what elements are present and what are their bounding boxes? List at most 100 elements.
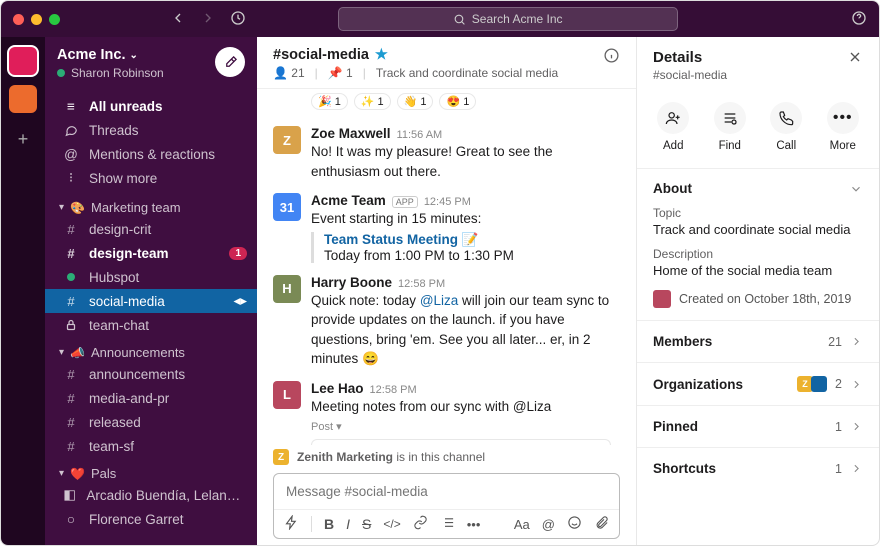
workspace-switcher-acme[interactable] [9,47,37,75]
details-add[interactable]: Add [657,102,689,152]
chevron-right-icon [850,420,863,433]
channel-team-chat[interactable]: team-chat [45,313,257,337]
channel-design-crit[interactable]: #design-crit [45,217,257,241]
app-hubspot[interactable]: Hubspot [45,265,257,289]
channel-team-sf[interactable]: #team-sf [45,434,257,458]
members-row[interactable]: Members21 [637,320,879,362]
channel-social-media[interactable]: #social-media◂▸ [45,289,257,313]
unread-badge: 1 [229,247,247,260]
history-forward[interactable] [200,10,216,29]
reaction[interactable]: 👋1 [397,93,434,110]
pinned-row[interactable]: Pinned1 [637,405,879,447]
details-find[interactable]: Find [714,102,746,152]
dm-florence[interactable]: ○Florence Garret [45,507,257,531]
more-formatting[interactable]: ••• [467,517,481,532]
nav-all-unreads[interactable]: ≡All unreads [45,94,257,118]
channel-released[interactable]: #released [45,410,257,434]
nav-threads[interactable]: Threads [45,118,257,142]
list-button[interactable] [440,515,455,533]
avatar[interactable]: L [273,381,301,409]
chevron-right-icon [850,462,863,475]
zoom-window[interactable] [49,14,60,25]
message-author[interactable]: Acme Team [311,193,386,208]
section-marketing-header[interactable]: ▾🎨Marketing team [45,192,257,217]
text-format-button[interactable]: Aa [514,517,530,532]
message-time: 11:56 AM [397,129,443,141]
workspace-switcher-other[interactable] [9,85,37,113]
compose-button[interactable] [215,47,245,77]
created-info: Created on October 18th, 2019 [653,290,863,308]
avatar[interactable]: Z [273,126,301,154]
search-placeholder: Search Acme Inc [472,12,563,26]
user-presence: Sharon Robinson [57,66,164,80]
sidebar: Acme Inc.⌄ Sharon Robinson ≡All unreads … [45,37,257,545]
close-window[interactable] [13,14,24,25]
flash-icon[interactable] [284,515,299,533]
mention[interactable]: @Liza [420,293,458,308]
message-author[interactable]: Zoe Maxwell [311,126,391,141]
channel-design-team[interactable]: #design-team1 [45,241,257,265]
composer-input[interactable] [274,474,619,509]
channel-info-icon[interactable] [603,47,620,67]
help-icon[interactable] [851,10,867,29]
shortcuts-row[interactable]: Shortcuts1 [637,447,879,489]
minimize-window[interactable] [31,14,42,25]
message-author[interactable]: Harry Boone [311,275,392,290]
emoji-button[interactable] [567,515,582,533]
section-pals-header[interactable]: ▾❤️Pals [45,458,257,483]
code-button[interactable]: </> [383,517,400,531]
workspace-rail: + [1,37,45,545]
reaction[interactable]: 😍1 [439,93,476,110]
details-call[interactable]: Call [770,102,802,152]
mention-button[interactable]: @ [542,517,555,532]
channel-topic[interactable]: Track and coordinate social media [376,66,558,80]
message-author[interactable]: Lee Hao [311,381,364,396]
dm-arcadio-leland[interactable]: ◧Arcadio Buendía, Leland Ygle... [45,483,257,507]
strike-button[interactable]: S [362,516,371,532]
event-title[interactable]: Team Status Meeting 📝 [324,232,620,248]
avatar[interactable]: H [273,275,301,303]
member-count[interactable]: 👤 21 [273,66,305,80]
history-icon[interactable] [230,10,246,29]
section-announcements-header[interactable]: ▾📣Announcements [45,337,257,362]
message-text: Event starting in 15 minutes: [311,209,620,229]
star-icon[interactable]: ★ [375,47,388,63]
add-workspace[interactable]: + [18,129,29,150]
search-icon [453,13,466,26]
workspace-name[interactable]: Acme Inc.⌄ [57,47,164,63]
reactions-row: 🎉1 ✨1 👋1 😍1 [311,93,620,110]
chevron-down-icon [849,182,863,196]
pin-count[interactable]: 📌 1 [328,66,353,80]
details-more[interactable]: •••More [827,102,859,152]
nav-mentions[interactable]: @Mentions & reactions [45,142,257,166]
message-time: 12:58 PM [398,278,445,290]
post-menu[interactable]: Post ▾ [311,420,620,433]
reaction[interactable]: ✨1 [354,93,391,110]
link-button[interactable] [413,515,428,533]
italic-button[interactable]: I [346,516,350,532]
chevron-right-icon [850,335,863,348]
search-input[interactable]: Search Acme Inc [338,7,678,31]
org-badge: Z [273,449,289,465]
history-back[interactable] [170,10,186,29]
channel-announcements[interactable]: #announcements [45,362,257,386]
organizations-row[interactable]: OrganizationsZ2 [637,362,879,405]
calendar-icon[interactable]: 31 [273,193,301,221]
message-lee: L Lee Hao12:58 PM Meeting notes from our… [273,375,620,445]
message-zoe: Z Zoe Maxwell11:56 AM No! It was my plea… [273,120,620,187]
close-details[interactable] [847,49,863,68]
details-panel: Details #social-media Add Find Call •••M… [637,37,879,545]
creator-avatar[interactable] [653,290,671,308]
titlebar: Search Acme Inc [1,1,879,37]
channel-media-and-pr[interactable]: #media-and-pr [45,386,257,410]
details-channel: #social-media [653,68,727,82]
channel-title[interactable]: #social-media★ [273,47,558,63]
bold-button[interactable]: B [324,516,334,532]
message-time: 12:45 PM [424,196,471,208]
message-text: Quick note: today @Liza will join our te… [311,291,620,369]
about-section-header[interactable]: About [653,181,863,196]
nav-show-more[interactable]: ⁝Show more [45,166,257,190]
attach-button[interactable] [594,515,609,533]
details-title: Details [653,49,727,66]
reaction[interactable]: 🎉1 [311,93,348,110]
